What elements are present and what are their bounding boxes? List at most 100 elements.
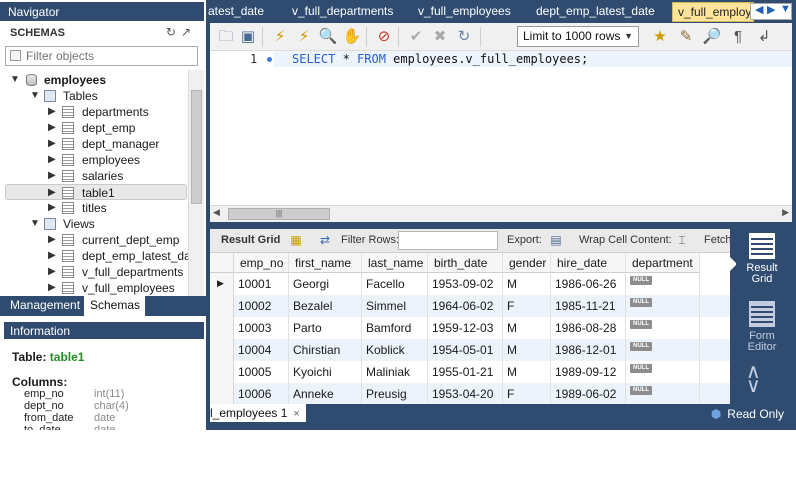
tab-list-icon[interactable]: ▼ [780,3,791,15]
add-snippet-icon[interactable]: ★ [650,27,670,47]
result-tab[interactable]: l_employees 1 × [210,404,306,422]
grid-cell[interactable]: M [503,339,551,361]
grid-cell[interactable]: Preusig [362,383,428,404]
tree-node-schema[interactable]: ▼ employees [0,72,188,88]
column-header[interactable]: birth_date [428,253,503,273]
grid-cell[interactable]: 10006 [234,383,289,404]
expand-triangle-icon[interactable]: ▼ [10,72,20,88]
grid-cell[interactable]: 10005 [234,361,289,383]
tree-node-view[interactable]: ▶ v_full_employees [0,280,188,296]
grid-cell[interactable]: NULL [626,339,700,361]
row-marker[interactable] [210,383,234,404]
collapsed-triangle-icon[interactable]: ▶ [48,168,56,184]
collapsed-triangle-icon[interactable]: ▶ [48,200,56,216]
grid-cell[interactable]: M [503,273,551,295]
save-icon[interactable]: ▣ [238,27,258,47]
grid-cell[interactable]: Facello [362,273,428,295]
wrap-cell-icon[interactable]: ⌶ [675,233,689,247]
execute-current-icon[interactable]: ⚡ [294,27,314,47]
row-marker[interactable] [210,339,234,361]
tree-node-table[interactable]: ▶ departments [0,104,188,120]
tree-node-table[interactable]: ▶ dept_emp [0,120,188,136]
collapsed-triangle-icon[interactable]: ▶ [48,232,56,248]
beautify-icon[interactable]: ✎ [676,27,696,47]
tree-node-folder[interactable]: ▼ Views [0,216,188,232]
collapsed-triangle-icon[interactable]: ▶ [48,185,56,201]
scroll-left-icon[interactable]: ◀ [213,207,220,218]
row-marker[interactable] [210,317,234,339]
grid-cell[interactable]: 10003 [234,317,289,339]
table-row[interactable]: 10006 Anneke Preusig 1953-04-20 F 1989-06-02 N… [210,383,730,404]
collapsed-triangle-icon[interactable]: ▶ [48,280,56,296]
grid-cell[interactable]: NULL [626,317,700,339]
tree-node-table[interactable]: ▶ employees [0,152,188,168]
filter-objects-field[interactable] [5,46,198,66]
collapsed-triangle-icon[interactable]: ▶ [48,120,56,136]
scroll-right-icon[interactable]: ▶ [782,207,789,218]
grid-cell[interactable]: Simmel [362,295,428,317]
table-row[interactable]: ▶ 10001 Georgi Facello 1953-09-02 M 1986-06-26… [210,273,730,295]
limit-rows-select[interactable]: Limit to 1000 rows ▼ [517,26,639,47]
collapsed-triangle-icon[interactable]: ▶ [48,104,56,120]
refresh-icon[interactable]: ↻ [166,25,181,39]
grid-cell[interactable]: 1986-08-28 [551,317,626,339]
refresh-icon[interactable]: ⇄ [318,233,332,247]
tab-scroll-left-icon[interactable]: ◀ [755,3,763,16]
grid-cell[interactable]: 1989-06-02 [551,383,626,404]
row-marker[interactable] [210,295,234,317]
result-grid-side-button[interactable]: Result Grid [736,233,788,285]
grid-cell[interactable]: Maliniak [362,361,428,383]
grid-cell[interactable]: Anneke [289,383,362,404]
row-marker[interactable]: ▶ [210,273,234,295]
grid-view-icon[interactable]: ▦ [289,233,303,247]
invisible-chars-icon[interactable]: ¶ [728,27,748,47]
filter-objects-input[interactable] [26,48,196,64]
query-tab[interactable]: v_full_departments [292,2,402,22]
grid-cell[interactable]: M [503,361,551,383]
column-header[interactable]: first_name [289,253,362,273]
grid-cell[interactable]: 1985-11-21 [551,295,626,317]
more-options-icon[interactable]: ∧ ∨ [746,362,761,396]
filter-rows-input[interactable] [401,232,497,249]
tree-scrollbar[interactable] [188,70,204,296]
tab-management[interactable]: Management [4,296,86,316]
column-header[interactable]: department [626,253,700,273]
grid-cell[interactable]: 10002 [234,295,289,317]
wrap-lines-icon[interactable]: ↲ [754,27,774,47]
tree-node-table[interactable]: ▶ salaries [0,168,188,184]
column-header[interactable]: hire_date [551,253,626,273]
collapsed-triangle-icon[interactable]: ▶ [48,136,56,152]
grid-cell[interactable]: 1959-12-03 [428,317,503,339]
expand-triangle-icon[interactable]: ▼ [30,216,40,232]
tree-node-folder[interactable]: ▼ Tables [0,88,188,104]
column-header[interactable]: emp_no [234,253,289,273]
grid-cell[interactable]: 1953-04-20 [428,383,503,404]
grid-cell[interactable]: F [503,383,551,404]
grid-cell[interactable]: 10001 [234,273,289,295]
grid-cell[interactable]: 1964-06-02 [428,295,503,317]
filter-rows-field[interactable] [398,231,498,250]
query-tab[interactable]: dept_emp_latest_date [536,2,668,22]
tab-scroll-right-icon[interactable]: ▶ [767,3,775,16]
table-row[interactable]: 10005 Kyoichi Maliniak 1955-01-21 M 1989-09-1… [210,361,730,383]
collapsed-triangle-icon[interactable]: ▶ [48,152,56,168]
row-marker[interactable] [210,361,234,383]
form-editor-side-button[interactable]: Form Editor [736,301,788,353]
table-row[interactable]: 10002 Bezalel Simmel 1964-06-02 F 1985-11-21 N… [210,295,730,317]
grid-cell[interactable]: Parto [289,317,362,339]
tree-node-table-selected[interactable]: ▶ table1 [5,184,187,200]
grid-cell[interactable]: 1953-09-02 [428,273,503,295]
find-icon[interactable]: 🔎 [702,27,722,47]
tab-schemas[interactable]: Schemas [84,296,145,316]
grid-cell[interactable]: F [503,295,551,317]
sql-code-line[interactable]: SELECT * FROM employees.v_full_employees… [292,52,588,66]
commit-icon[interactable]: ✔ [406,27,426,47]
grid-cell[interactable]: Bamford [362,317,428,339]
stop-on-error-icon[interactable]: ⊘ [374,27,394,47]
collapse-icon[interactable]: ↗ [181,25,196,39]
table-row[interactable]: 10004 Chirstian Koblick 1954-05-01 M 1986-12-… [210,339,730,361]
grid-cell[interactable]: NULL [626,273,700,295]
rollback-icon[interactable]: ✖ [430,27,450,47]
query-tab[interactable]: v_full_employees [418,2,522,22]
tree-node-table[interactable]: ▶ titles [0,200,188,216]
